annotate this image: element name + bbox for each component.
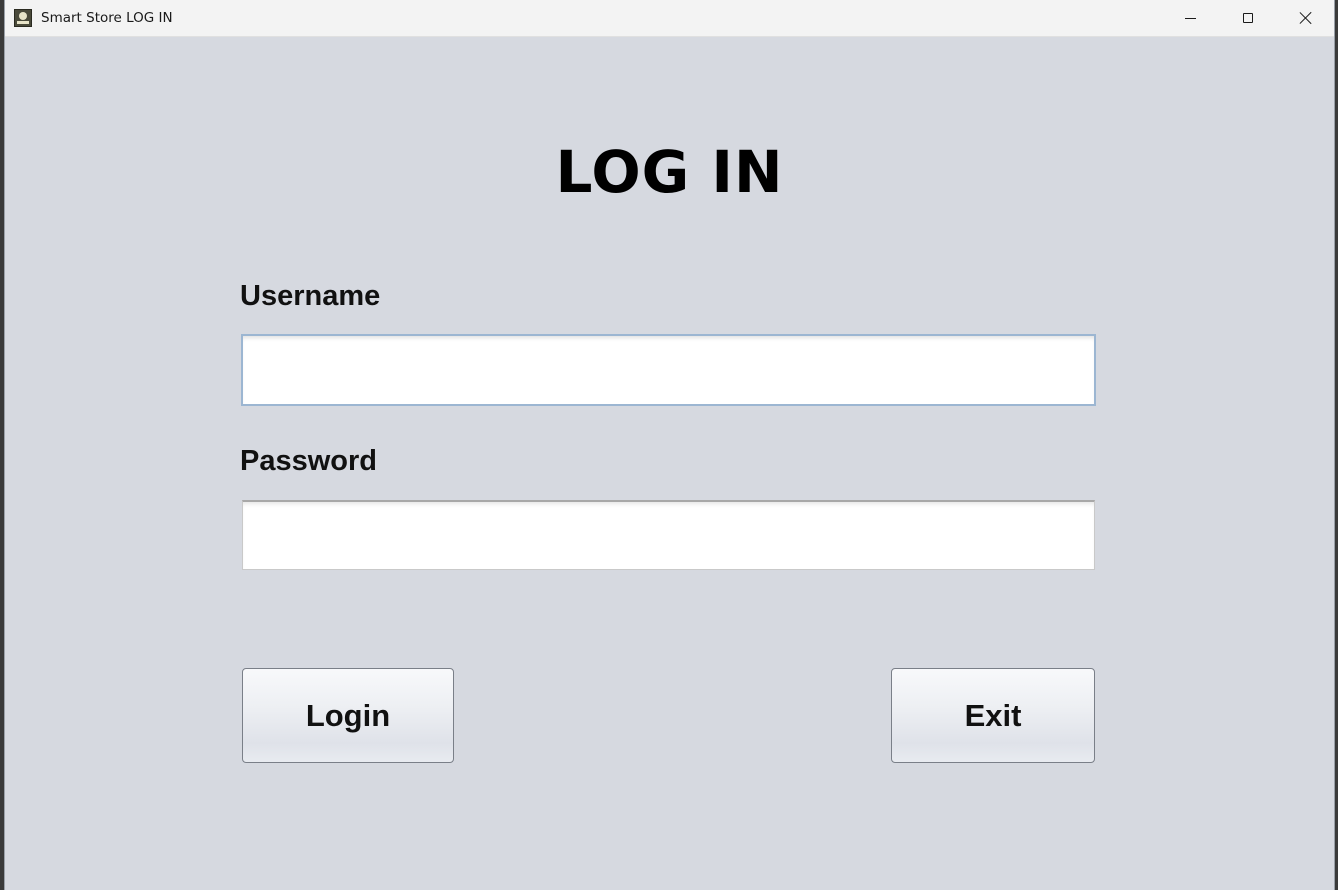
window-title: Smart Store LOG IN — [41, 10, 173, 26]
password-label: Password — [240, 445, 377, 477]
exit-button[interactable]: Exit — [891, 668, 1095, 763]
login-window: Smart Store LOG IN LOG IN Username Passw… — [4, 0, 1335, 890]
password-field[interactable] — [242, 500, 1095, 570]
login-button[interactable]: Login — [242, 668, 454, 763]
close-icon — [1299, 11, 1313, 25]
login-button-label: Login — [305, 697, 391, 733]
username-label: Username — [240, 280, 381, 312]
minimize-icon — [1184, 17, 1196, 19]
minimize-button[interactable] — [1161, 0, 1219, 36]
username-field[interactable] — [241, 334, 1096, 406]
app-icon — [14, 9, 32, 27]
maximize-icon — [1243, 13, 1253, 23]
exit-button-label: Exit — [964, 697, 1022, 733]
maximize-button[interactable] — [1219, 0, 1277, 36]
title-bar[interactable]: Smart Store LOG IN — [5, 0, 1334, 37]
page-title: LOG IN — [555, 138, 784, 206]
close-button[interactable] — [1277, 0, 1335, 36]
